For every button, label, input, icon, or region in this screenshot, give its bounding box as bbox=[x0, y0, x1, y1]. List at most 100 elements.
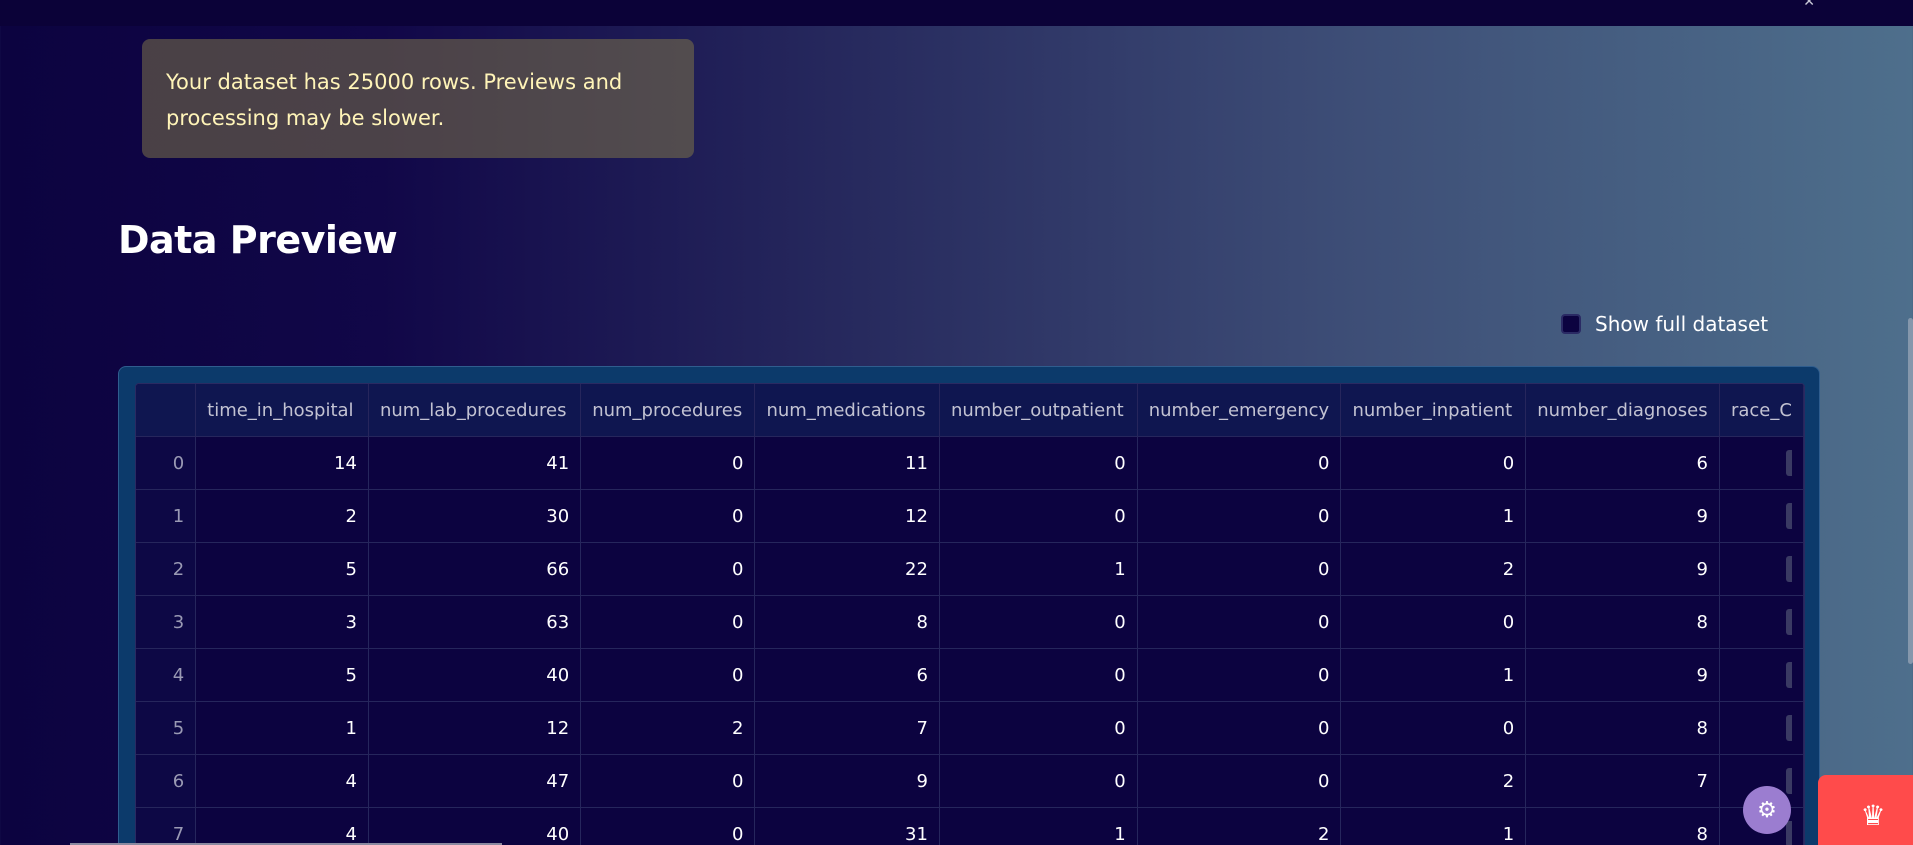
table-cell[interactable]: 30 bbox=[368, 489, 582, 543]
table-cell[interactable]: 8 bbox=[1525, 595, 1720, 649]
row-index[interactable]: 1 bbox=[136, 489, 197, 543]
table-cell-truncated[interactable] bbox=[1719, 542, 1804, 596]
table-cell[interactable]: 0 bbox=[1137, 542, 1342, 596]
table-cell[interactable]: 4 bbox=[195, 807, 369, 845]
table-cell[interactable]: 31 bbox=[754, 807, 940, 845]
column-header[interactable]: num_medications bbox=[754, 384, 940, 437]
row-index[interactable]: 4 bbox=[136, 648, 197, 702]
table-cell[interactable]: 4 bbox=[195, 754, 369, 808]
table-cell[interactable]: 1 bbox=[1340, 807, 1527, 845]
table-cell[interactable]: 66 bbox=[368, 542, 582, 596]
data-preview-table[interactable]: time_in_hospital num_lab_procedures num_pr… bbox=[135, 383, 1805, 845]
table-cell[interactable]: 0 bbox=[1340, 436, 1527, 490]
column-header[interactable]: number_diagnoses bbox=[1525, 384, 1720, 437]
table-cell[interactable]: 40 bbox=[368, 648, 582, 702]
table-cell[interactable]: 41 bbox=[368, 436, 582, 490]
column-header[interactable]: number_inpatient bbox=[1340, 384, 1527, 437]
column-header[interactable]: time_in_hospital bbox=[195, 384, 369, 437]
column-header[interactable]: num_lab_procedures bbox=[368, 384, 582, 437]
table-cell-truncated[interactable] bbox=[1719, 489, 1804, 543]
row-index[interactable]: 0 bbox=[136, 436, 197, 490]
row-index[interactable]: 7 bbox=[136, 807, 197, 845]
page-title: Data Preview bbox=[118, 218, 398, 262]
table-cell[interactable]: 0 bbox=[1137, 595, 1342, 649]
table-cell[interactable]: 0 bbox=[939, 648, 1138, 702]
table-cell[interactable]: 0 bbox=[580, 807, 756, 845]
table-cell[interactable]: 0 bbox=[580, 436, 756, 490]
table-cell[interactable]: 9 bbox=[754, 754, 940, 808]
table-cell[interactable]: 9 bbox=[1525, 489, 1720, 543]
table-cell[interactable]: 0 bbox=[939, 701, 1138, 755]
table-cell[interactable]: 14 bbox=[195, 436, 369, 490]
table-cell[interactable]: 0 bbox=[939, 489, 1138, 543]
table-cell[interactable]: 2 bbox=[580, 701, 756, 755]
table-cell[interactable]: 2 bbox=[195, 489, 369, 543]
table-cell[interactable]: 1 bbox=[1340, 648, 1527, 702]
table-cell[interactable]: 0 bbox=[580, 489, 756, 543]
table-cell[interactable]: 0 bbox=[580, 542, 756, 596]
table-cell[interactable]: 8 bbox=[1525, 701, 1720, 755]
table-cell[interactable]: 0 bbox=[580, 595, 756, 649]
row-index[interactable]: 3 bbox=[136, 595, 197, 649]
column-header[interactable]: race_C bbox=[1719, 384, 1804, 437]
data-preview-frame: time_in_hospital num_lab_procedures num_pr… bbox=[118, 366, 1820, 845]
page-scrollbar[interactable] bbox=[1908, 318, 1913, 664]
table-cell[interactable]: 5 bbox=[195, 648, 369, 702]
table-cell[interactable]: 2 bbox=[1340, 754, 1527, 808]
running-status-icon[interactable]: ⚙ bbox=[1743, 786, 1791, 834]
table-cell[interactable]: 22 bbox=[754, 542, 940, 596]
table-cell[interactable]: 0 bbox=[1137, 436, 1342, 490]
column-header[interactable]: number_outpatient bbox=[939, 384, 1138, 437]
table-cell[interactable]: 2 bbox=[1340, 542, 1527, 596]
row-index[interactable]: 5 bbox=[136, 701, 197, 755]
table-cell[interactable]: 12 bbox=[368, 701, 582, 755]
table-cell[interactable]: 8 bbox=[1525, 807, 1720, 845]
table-cell[interactable]: 6 bbox=[754, 648, 940, 702]
table-cell[interactable]: 40 bbox=[368, 807, 582, 845]
truncated-value-box bbox=[1785, 767, 1792, 794]
table-row: 6 4 47 0 9 0 0 2 7 bbox=[136, 754, 1804, 808]
table-cell[interactable]: 0 bbox=[939, 754, 1138, 808]
table-cell[interactable]: 11 bbox=[754, 436, 940, 490]
table-cell[interactable]: 9 bbox=[1525, 542, 1720, 596]
table-cell[interactable]: 0 bbox=[1137, 701, 1342, 755]
table-cell[interactable]: 5 bbox=[195, 542, 369, 596]
table-cell[interactable]: 1 bbox=[939, 807, 1138, 845]
table-cell[interactable]: 0 bbox=[1137, 648, 1342, 702]
table-cell[interactable]: 3 bbox=[195, 595, 369, 649]
table-row: 5 1 12 2 7 0 0 0 8 bbox=[136, 701, 1804, 755]
row-index[interactable]: 2 bbox=[136, 542, 197, 596]
column-header[interactable]: num_procedures bbox=[580, 384, 756, 437]
table-cell[interactable]: 12 bbox=[754, 489, 940, 543]
index-header[interactable] bbox=[136, 384, 197, 437]
table-cell[interactable]: 47 bbox=[368, 754, 582, 808]
table-cell[interactable]: 63 bbox=[368, 595, 582, 649]
table-cell[interactable]: 1 bbox=[1340, 489, 1527, 543]
table-cell[interactable]: 1 bbox=[195, 701, 369, 755]
table-cell[interactable]: 9 bbox=[1525, 648, 1720, 702]
streamlit-crown-icon[interactable]: ♛ bbox=[1818, 775, 1913, 845]
show-full-dataset-checkbox[interactable] bbox=[1561, 314, 1581, 334]
table-cell-truncated[interactable] bbox=[1719, 595, 1804, 649]
table-cell[interactable]: 6 bbox=[1525, 436, 1720, 490]
table-cell[interactable]: 7 bbox=[754, 701, 940, 755]
table-cell-truncated[interactable] bbox=[1719, 436, 1804, 490]
table-cell[interactable]: 0 bbox=[580, 648, 756, 702]
table-cell[interactable]: 2 bbox=[1137, 807, 1342, 845]
close-icon[interactable]: ✕ bbox=[1803, 0, 1815, 10]
row-index[interactable]: 6 bbox=[136, 754, 197, 808]
table-cell[interactable]: 0 bbox=[1340, 701, 1527, 755]
table-cell[interactable]: 8 bbox=[754, 595, 940, 649]
table-cell[interactable]: 0 bbox=[939, 436, 1138, 490]
table-cell[interactable]: 0 bbox=[580, 754, 756, 808]
table-cell[interactable]: 7 bbox=[1525, 754, 1720, 808]
table-cell-truncated[interactable] bbox=[1719, 648, 1804, 702]
table-cell[interactable]: 0 bbox=[1340, 595, 1527, 649]
table-cell[interactable]: 0 bbox=[1137, 489, 1342, 543]
table-cell[interactable]: 0 bbox=[1137, 754, 1342, 808]
table-cell[interactable]: 1 bbox=[939, 542, 1138, 596]
table-cell-truncated[interactable] bbox=[1719, 701, 1804, 755]
table-cell[interactable]: 0 bbox=[939, 595, 1138, 649]
column-header[interactable]: number_emergency bbox=[1137, 384, 1342, 437]
show-full-dataset-toggle[interactable]: Show full dataset bbox=[1561, 311, 1768, 337]
